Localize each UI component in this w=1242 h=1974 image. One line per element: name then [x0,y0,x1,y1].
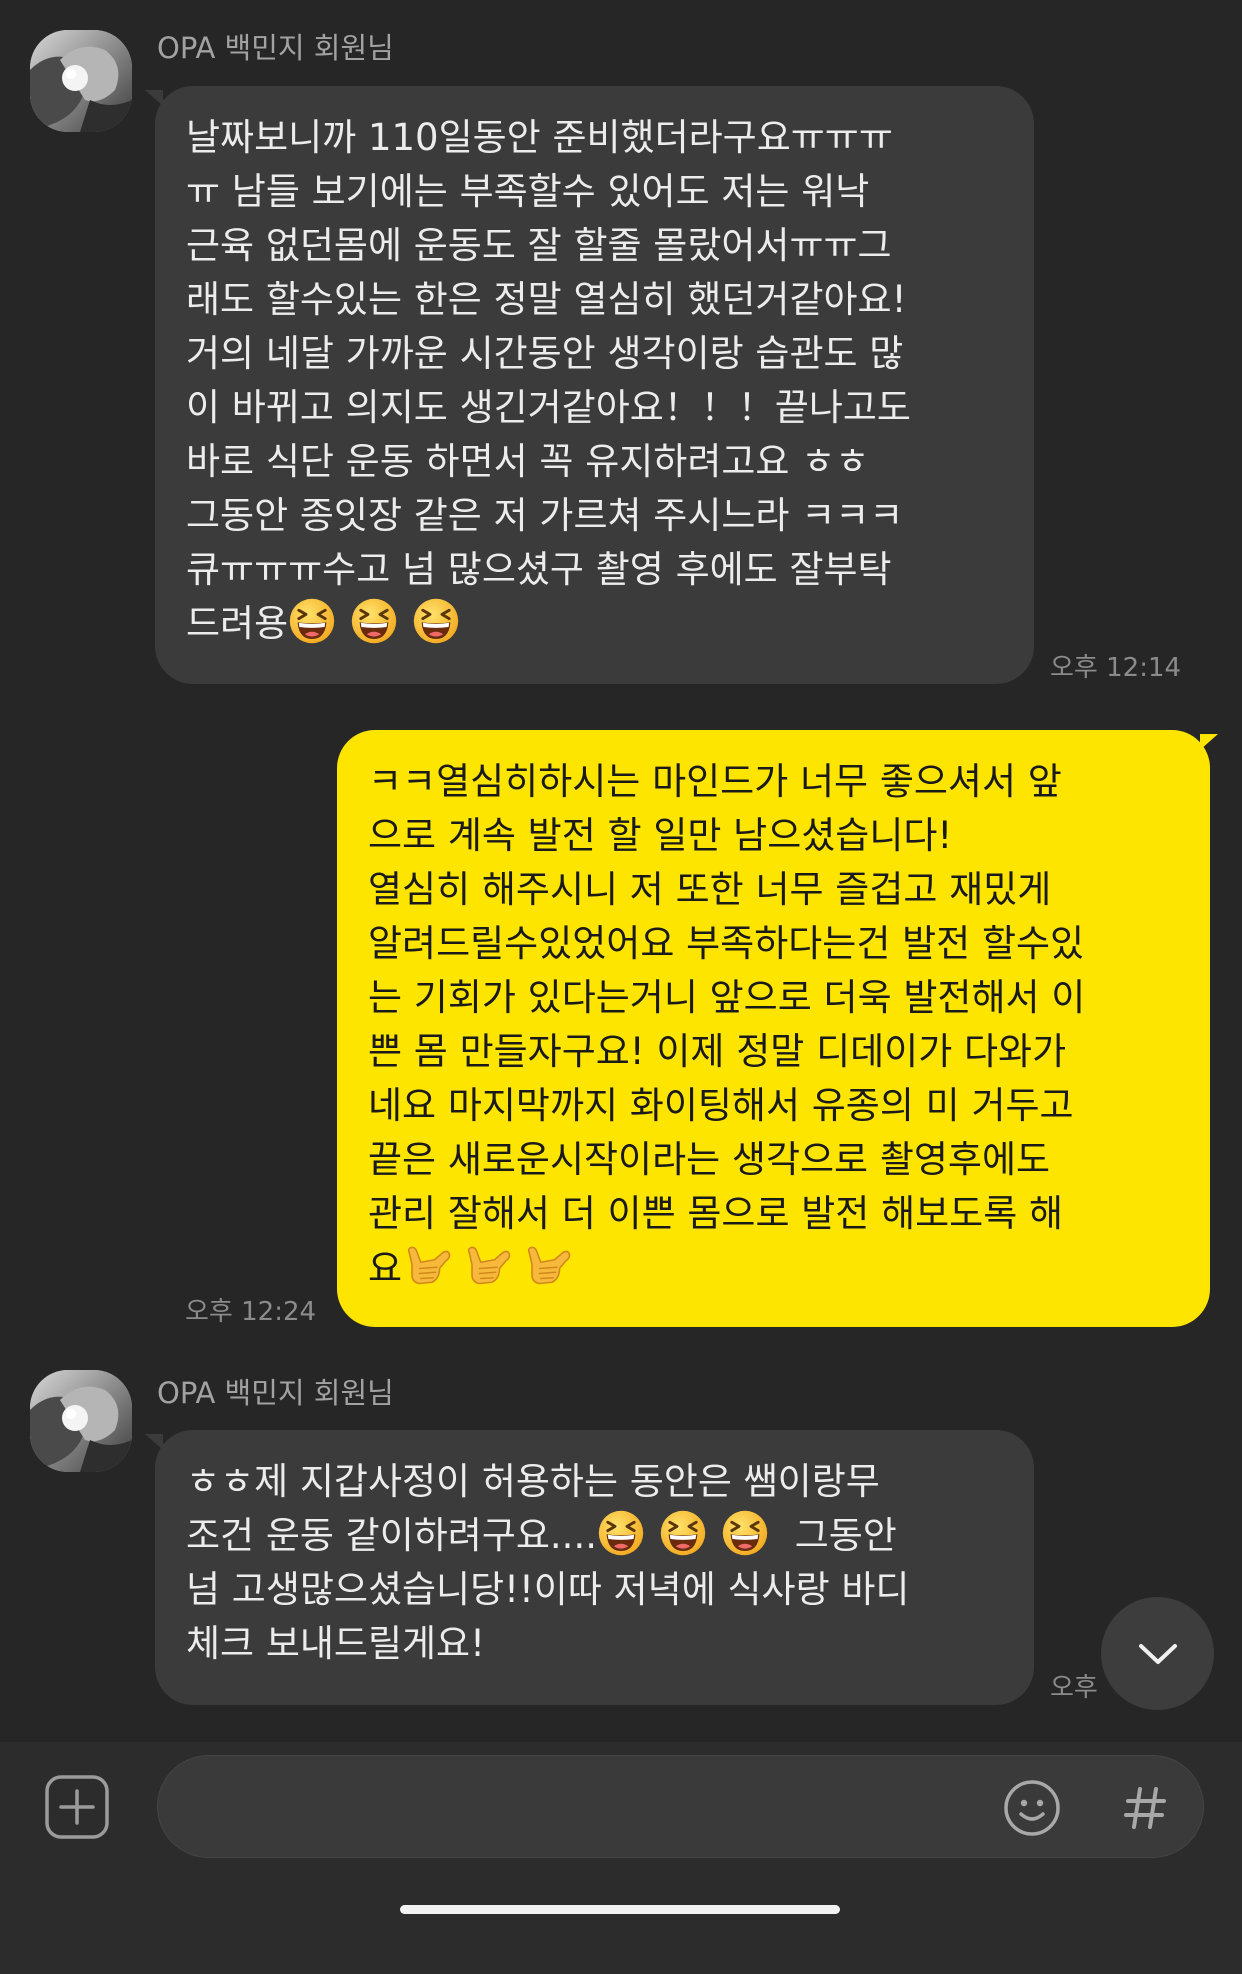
call-me-hand-icon [402,1241,452,1291]
call-me-hand-icon [522,1241,572,1291]
message-line: 는 기회가 있다는거니 앞으로 더욱 발전해서 이 [368,976,1086,1019]
home-indicator [400,1905,840,1914]
chevron-down-icon [1138,1643,1177,1664]
message-timestamp: 오후 [1050,1673,1098,1703]
message-line: ㅋㅋ열심히하시는 마인드가 너무 좋으셔서 앞 [368,760,1062,803]
received-message-bubble[interactable]: 날짜보니까 110일동안 준비했더라구요ㅠㅠㅠ ㅠ 남들 보기에는 부족할수 있… [155,86,1034,684]
laughing-face-icon [659,1509,707,1557]
message-line: 큐ㅠㅠㅠ수고 넘 많으셨구 촬영 후에도 잘부탁 [186,548,892,591]
received-message-bubble[interactable]: ㅎㅎ제 지갑사정이 허용하는 동안은 쌤이랑무 조건 운동 같이하려구요....… [155,1430,1034,1705]
plus-icon [45,1775,109,1839]
sender-avatar[interactable] [30,30,132,132]
emoticon-button[interactable] [1000,1776,1064,1840]
laughing-face-icon [412,597,460,645]
chat-screen: OPA 백민지 회원님 날짜보니까 110일동안 준비했더라구요ㅠㅠㅠ ㅠ 남들… [0,0,1242,1974]
message-line: 체크 보내드릴게요! [186,1622,485,1665]
message-line: 날짜보니까 110일동안 준비했더라구요ㅠㅠㅠ [186,116,893,159]
avatar-photo-icon [30,30,132,132]
message-text: 요 [368,1247,403,1290]
message-line: 열심히 해주시니 저 또한 너무 즐겁고 재밌게 [368,868,1052,911]
sender-name: OPA 백민지 회원님 [157,1376,394,1410]
message-text: 그동안 [782,1514,897,1557]
message-line: 드려용 [186,597,1003,651]
message-line: 넘 고생많으셨습니당!!이따 저녁에 식사랑 바디 [186,1568,910,1611]
laughing-face-icon [721,1509,769,1557]
message-line: 근육 없던몸에 운동도 잘 할줄 몰랐어서ㅠㅠ그 [186,224,892,267]
attach-button[interactable] [44,1774,110,1840]
hashtag-icon [1124,1787,1166,1829]
message-line: 조건 운동 같이하려구요.... 그동안 [186,1509,1003,1563]
message-line: 알려드릴수있었어요 부족하다는건 발전 할수있 [368,922,1085,965]
message-line: 끝은 새로운시작이라는 생각으로 촬영후에도 [368,1138,1051,1181]
laughing-face-icon [597,1509,645,1557]
message-line: 바로 식단 운동 하면서 꼭 유지하려고요 ㅎㅎ [186,440,870,483]
message-text: 조건 운동 같이하려구요.... [186,1514,597,1557]
avatar-photo-icon [30,1370,132,1472]
message-line: 거의 네달 가까운 시간동안 생각이랑 습관도 많 [186,332,904,375]
scroll-to-bottom-button[interactable] [1101,1597,1214,1710]
message-line: 쁜 몸 만들자구요! 이제 정말 디데이가 다와가 [368,1030,1067,1073]
sent-message-bubble[interactable]: ㅋㅋ열심히하시는 마인드가 너무 좋으셔서 앞 으로 계속 발전 할 일만 남으… [337,730,1210,1327]
sender-name: OPA 백민지 회원님 [157,31,394,65]
message-line: 그동안 종잇장 같은 저 가르쳐 주시느라 ㅋㅋㅋ [186,494,904,537]
call-me-hand-icon [462,1241,512,1291]
message-input[interactable] [198,1786,982,1830]
message-line: ㅠ 남들 보기에는 부족할수 있어도 저는 워낙 [186,170,870,213]
emoticon-icon [1004,1780,1060,1836]
message-line: 으로 계속 발전 할 일만 남으셨습니다! [368,814,953,857]
message-timestamp: 오후 12:24 [185,1297,317,1327]
message-line: 관리 잘해서 더 이쁜 몸으로 발전 해보도록 해 [368,1192,1064,1235]
sender-avatar[interactable] [30,1370,132,1472]
hashtag-button[interactable] [1120,1783,1170,1833]
message-text: 드려용 [186,602,289,645]
message-line: 이 바뀌고 의지도 생긴거같아요！！！끝나고도 [186,386,911,429]
message-timestamp: 오후 12:14 [1050,653,1182,683]
message-line: ㅎㅎ제 지갑사정이 허용하는 동안은 쌤이랑무 [186,1460,880,1503]
message-line: 네요 마지막까지 화이팅해서 유종의 미 거두고 [368,1084,1074,1127]
message-line: 래도 할수있는 한은 정말 열심히 했던거같아요! [186,278,907,321]
laughing-face-icon [350,597,398,645]
message-line: 요 [368,1241,1179,1295]
laughing-face-icon [288,597,336,645]
